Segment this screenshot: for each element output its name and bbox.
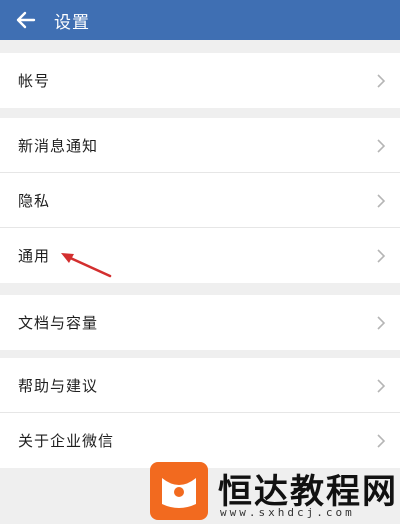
settings-group-about: 帮助与建议 关于企业微信 <box>0 358 400 468</box>
watermark: 恒达教程网 www.sxhdcj.com <box>148 460 400 522</box>
settings-item-notifications[interactable]: 新消息通知 <box>0 118 400 173</box>
settings-item-label: 帮助与建议 <box>18 377 99 395</box>
chevron-right-icon <box>377 73 386 88</box>
settings-item-help-feedback[interactable]: 帮助与建议 <box>0 358 400 413</box>
chevron-right-icon <box>377 193 386 208</box>
settings-group-storage: 文档与容量 <box>0 295 400 350</box>
settings-item-docs-storage[interactable]: 文档与容量 <box>0 295 400 350</box>
back-button[interactable] <box>4 0 48 40</box>
settings-item-account[interactable]: 帐号 <box>0 53 400 108</box>
back-arrow-icon[interactable] <box>16 11 36 29</box>
chevron-right-icon <box>377 248 386 263</box>
settings-item-label: 帐号 <box>18 72 51 90</box>
watermark-logo-icon <box>162 478 196 508</box>
settings-item-label: 隐私 <box>18 192 51 210</box>
chevron-right-icon <box>377 378 386 393</box>
chevron-right-icon <box>377 433 386 448</box>
settings-item-label: 关于企业微信 <box>18 432 115 450</box>
settings-item-privacy[interactable]: 隐私 <box>0 173 400 228</box>
settings-item-label: 通用 <box>18 247 51 265</box>
settings-item-label: 文档与容量 <box>18 314 99 332</box>
watermark-url: www.sxhdcj.com <box>220 506 355 519</box>
chevron-right-icon <box>377 138 386 153</box>
watermark-logo <box>150 462 208 520</box>
red-arrow-icon <box>61 253 112 278</box>
title-bar: 设置 <box>0 0 400 40</box>
settings-item-label: 新消息通知 <box>18 137 99 155</box>
page-title: 设置 <box>54 12 90 33</box>
chevron-right-icon <box>377 315 386 330</box>
settings-group-account: 帐号 <box>0 53 400 108</box>
